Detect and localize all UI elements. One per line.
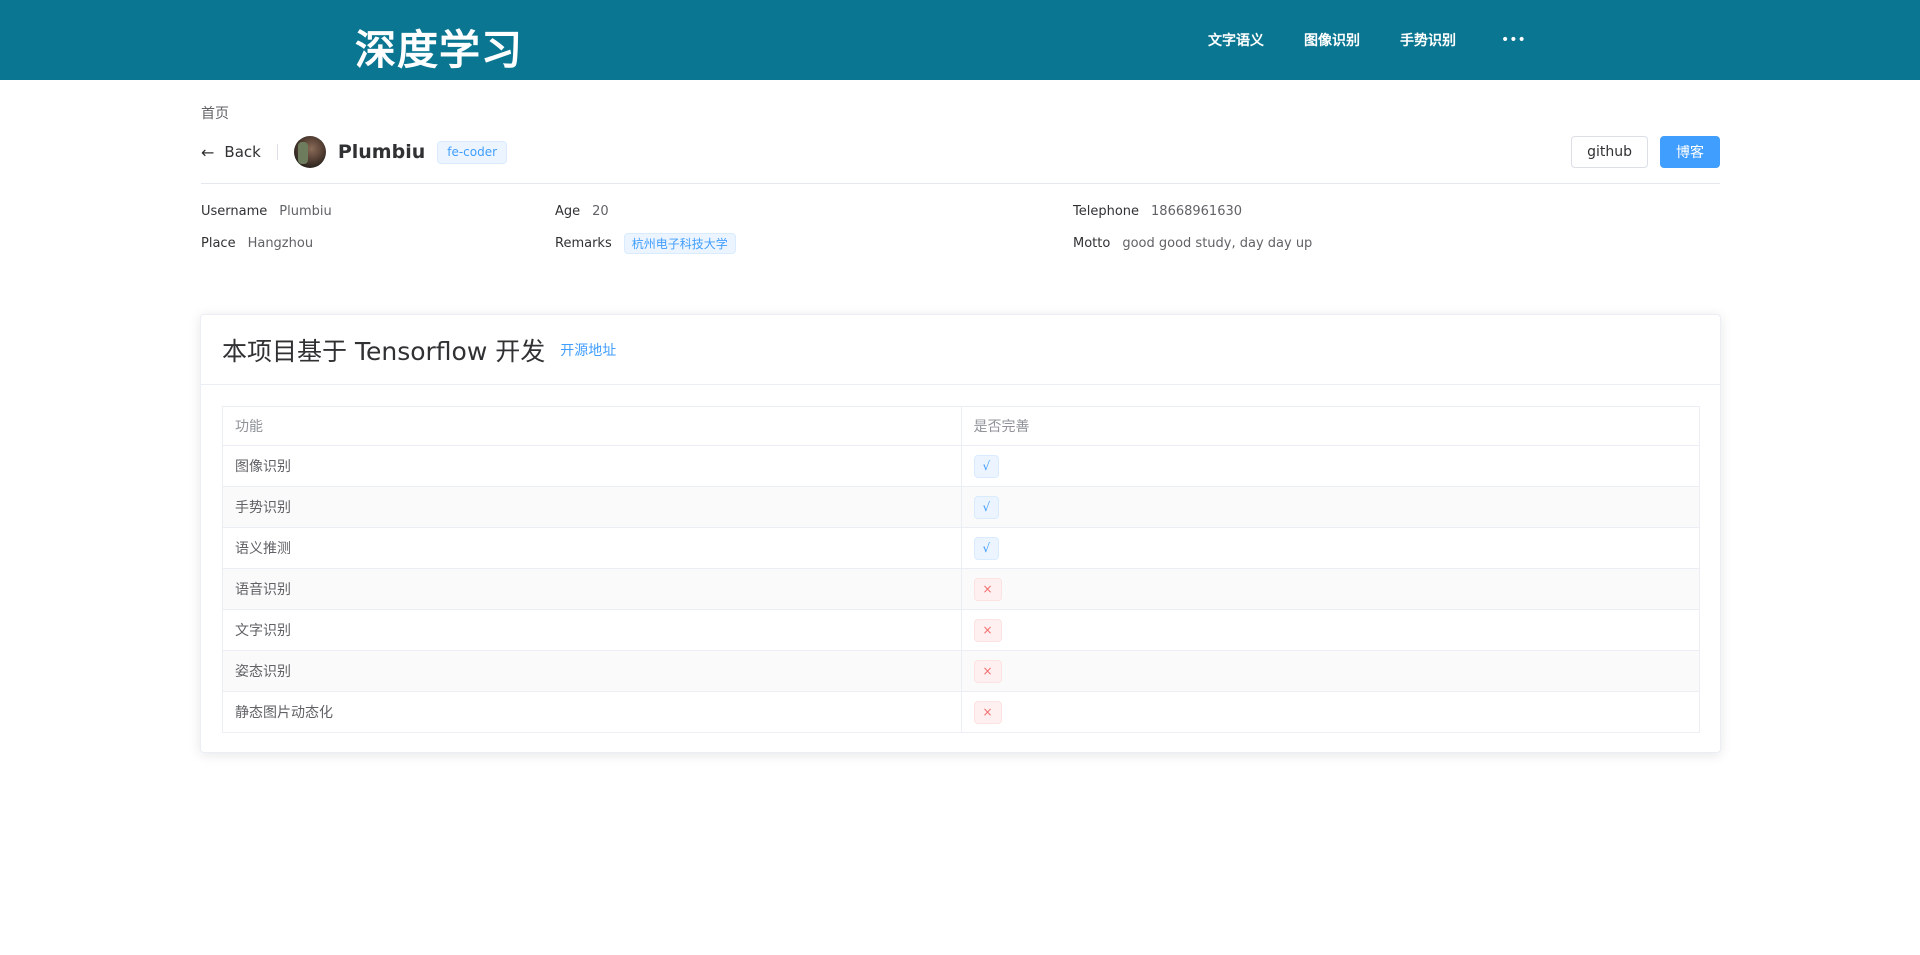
desc-label: Telephone — [1073, 204, 1140, 219]
card-title: 本项目基于 Tensorflow 开发 — [222, 336, 546, 366]
feature-cell: 图像识别 — [222, 445, 962, 487]
status-cell: × — [960, 568, 1700, 610]
top-bar: 深度学习 文字语义 图像识别 手势识别 ••• — [0, 0, 1920, 80]
desc-age: Age 20 — [555, 204, 609, 219]
back-button[interactable]: ← Back — [201, 143, 261, 162]
column-header-status: 是否完善 — [960, 406, 1700, 446]
arrow-left-icon: ← — [201, 142, 215, 162]
header-divider-line — [201, 183, 1720, 184]
table-row: 图像识别 √ — [222, 445, 1700, 487]
page-title: Plumbiu — [337, 141, 426, 163]
github-button[interactable]: github — [1571, 136, 1648, 168]
status-missing-tag: × — [973, 577, 1002, 601]
card-header: 本项目基于 Tensorflow 开发 开源地址 — [201, 315, 1720, 385]
open-source-link[interactable]: 开源地址 — [560, 340, 616, 360]
column-header-feature: 功能 — [222, 406, 962, 446]
status-cell: √ — [960, 445, 1700, 487]
feature-cell: 静态图片动态化 — [222, 691, 962, 733]
breadcrumb-home[interactable]: 首页 — [201, 103, 229, 123]
table-row: 静态图片动态化 × — [222, 691, 1700, 733]
status-done-tag: √ — [973, 454, 1000, 478]
desc-value: Hangzhou — [247, 236, 314, 251]
brand-logo-text[interactable]: 深度学习 — [355, 16, 523, 76]
desc-label: Age — [555, 204, 581, 219]
feature-cell: 姿态识别 — [222, 650, 962, 692]
blog-button[interactable]: 博客 — [1660, 136, 1720, 168]
desc-username: Username Plumbiu — [201, 204, 332, 219]
feature-cell: 语音识别 — [222, 568, 962, 610]
desc-remarks: Remarks 杭州电子科技大学 — [555, 233, 736, 254]
desc-telephone: Telephone 18668961630 — [1073, 204, 1242, 219]
table-row: 文字识别 × — [222, 609, 1700, 651]
desc-value: good good study, day day up — [1122, 236, 1313, 251]
remarks-tag: 杭州电子科技大学 — [623, 233, 736, 254]
header-divider — [276, 144, 278, 160]
desc-label: Place — [201, 236, 236, 251]
status-done-tag: √ — [973, 536, 1000, 560]
desc-motto: Motto good good study, day day up — [1073, 236, 1312, 251]
feature-cell: 语义推测 — [222, 527, 962, 569]
status-cell: √ — [960, 527, 1700, 569]
feature-cell: 文字识别 — [222, 609, 962, 651]
status-cell: × — [960, 609, 1700, 651]
back-label: Back — [224, 143, 261, 161]
desc-value: 18668961630 — [1151, 204, 1243, 219]
table-row: 手势识别 √ — [222, 486, 1700, 528]
nav-item-image-recognition[interactable]: 图像识别 — [1304, 30, 1360, 50]
status-missing-tag: × — [973, 618, 1002, 642]
header-actions: github 博客 — [1571, 136, 1720, 168]
status-cell: × — [960, 650, 1700, 692]
desc-value: 20 — [592, 204, 609, 219]
main-nav: 文字语义 图像识别 手势识别 ••• — [1208, 0, 1526, 80]
table-header-row: 功能 是否完善 — [222, 406, 1700, 446]
status-cell: √ — [960, 486, 1700, 528]
table-row: 语音识别 × — [222, 568, 1700, 610]
nav-item-text-semantics[interactable]: 文字语义 — [1208, 30, 1264, 50]
desc-label: Motto — [1073, 236, 1111, 251]
table-row: 语义推测 √ — [222, 527, 1700, 569]
status-cell: × — [960, 691, 1700, 733]
nav-item-gesture-recognition[interactable]: 手势识别 — [1400, 30, 1456, 50]
status-done-tag: √ — [973, 495, 1000, 519]
status-missing-tag: × — [973, 659, 1002, 683]
page-header: ← Back Plumbiu fe-coder github 博客 — [201, 134, 1720, 170]
feature-table: 功能 是否完善 图像识别 √ 手势识别 √ 语义推测 √ 语音识别 × 文字识别 × 姿态识别 × 静态… — [222, 406, 1700, 733]
role-tag: fe-coder — [437, 140, 508, 164]
desc-value: Plumbiu — [279, 204, 332, 219]
status-missing-tag: × — [973, 700, 1002, 724]
desc-label: Remarks — [555, 236, 612, 251]
avatar — [293, 136, 326, 168]
more-menu-icon[interactable]: ••• — [1501, 32, 1526, 48]
desc-place: Place Hangzhou — [201, 236, 313, 251]
table-row: 姿态识别 × — [222, 650, 1700, 692]
desc-label: Username — [201, 204, 268, 219]
project-card: 本项目基于 Tensorflow 开发 开源地址 功能 是否完善 图像识别 √ 手势… — [200, 314, 1721, 753]
feature-cell: 手势识别 — [222, 486, 962, 528]
